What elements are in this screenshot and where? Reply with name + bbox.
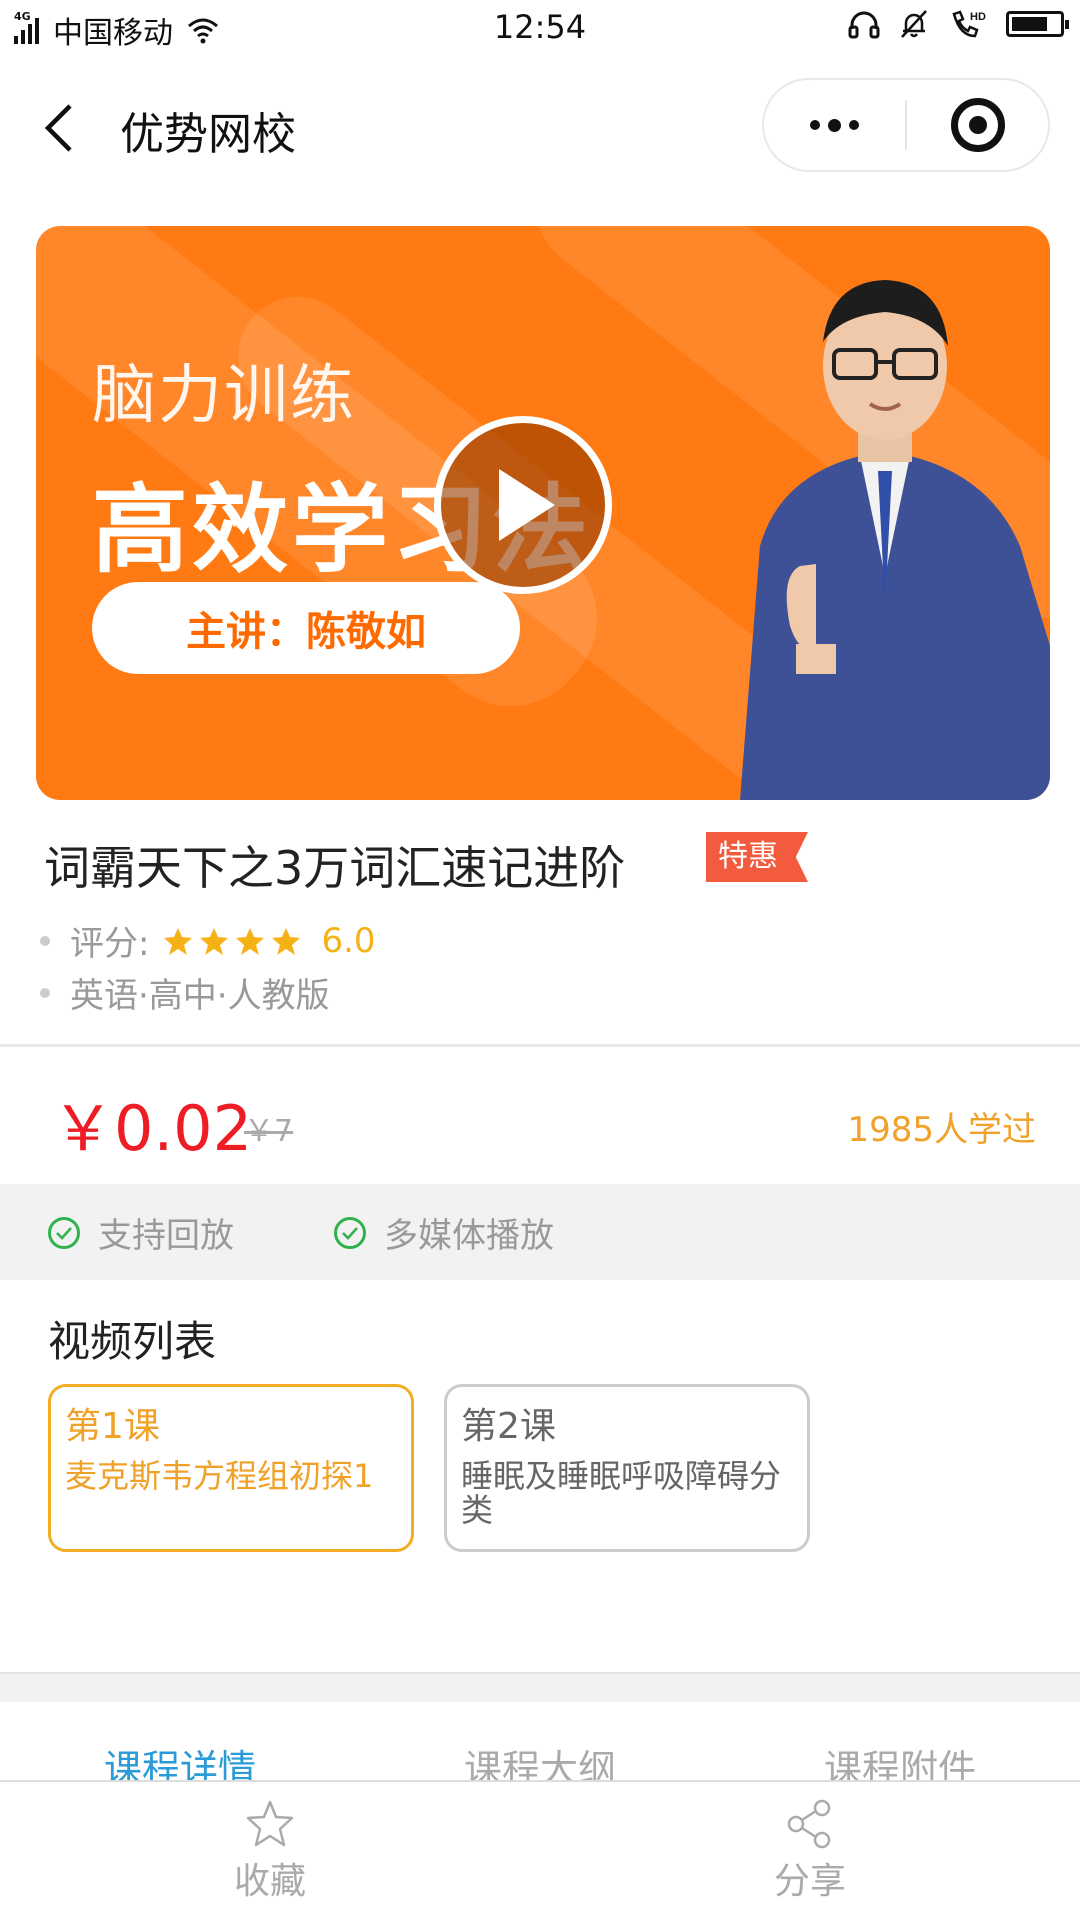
section-gap xyxy=(0,1672,1080,1702)
star-filled-icon xyxy=(272,927,301,955)
tab-course-outline[interactable]: 课程大纲 xyxy=(360,1702,720,1791)
rating-row: 评分: 6.0 xyxy=(40,916,376,965)
share-icon xyxy=(787,1799,831,1849)
original-price: ￥7 xyxy=(244,1114,294,1149)
lesson-number: 第1课 xyxy=(65,1406,160,1447)
share-label: 分享 xyxy=(773,1861,846,1902)
play-icon xyxy=(499,469,555,541)
bell-muted-icon xyxy=(901,10,927,38)
star-outline-icon xyxy=(246,1800,294,1847)
lesson-number: 第2课 xyxy=(461,1406,556,1447)
check-circle-icon xyxy=(48,1216,80,1249)
rating-stars xyxy=(163,926,301,956)
check-circle-icon xyxy=(334,1216,366,1249)
feature-label: 支持回放 xyxy=(98,1216,234,1256)
course-title: 词霸天下之3万词汇速记进阶 xyxy=(44,841,626,895)
current-price: ￥0.02 xyxy=(52,1092,253,1165)
feature-label: 多媒体播放 xyxy=(384,1216,554,1256)
feature-multimedia: 多媒体播放 xyxy=(334,1208,554,1257)
feature-replay: 支持回放 xyxy=(48,1208,234,1257)
favorite-button[interactable]: 收藏 xyxy=(170,1798,370,1904)
chevron-left-icon xyxy=(44,104,72,152)
hd-label: HD xyxy=(970,11,986,23)
lesson-card-1[interactable]: 第1课 麦克斯韦方程组初探1 xyxy=(48,1384,414,1552)
teacher-image xyxy=(740,280,1050,800)
bullet-dot xyxy=(40,987,50,998)
bullet-dot xyxy=(40,935,50,946)
rating-label: 评分: xyxy=(70,924,150,964)
star-filled-icon xyxy=(200,927,229,955)
detail-tabs: 课程详情 课程大纲 课程附件 xyxy=(0,1702,1080,1791)
more-dots-icon xyxy=(810,118,859,132)
battery-icon xyxy=(1006,11,1069,37)
nav-bar: 优势网校 xyxy=(0,60,1080,190)
course-category: 英语·高中·人教版 xyxy=(70,976,330,1016)
star-filled-icon xyxy=(164,927,193,955)
discount-badge: 特惠 xyxy=(706,832,808,882)
back-button[interactable] xyxy=(36,100,80,156)
course-banner[interactable]: 脑力训练 高效学习法 主讲：陈敬如 xyxy=(36,226,1050,800)
status-bar: 4G 中国移动 12:54 HD xyxy=(0,0,1080,56)
feature-band: 支持回放 多媒体播放 xyxy=(0,1184,1080,1280)
lesson-card-2[interactable]: 第2课 睡眠及睡眠呼吸障碍分类 xyxy=(444,1384,810,1552)
target-circle-icon xyxy=(950,98,1005,152)
bottom-action-bar: 收藏 分享 xyxy=(0,1782,1080,1920)
mini-program-capsule xyxy=(762,78,1050,172)
category-row: 英语·高中·人教版 xyxy=(40,968,330,1017)
divider xyxy=(0,1044,1080,1047)
favorite-label: 收藏 xyxy=(233,1861,306,1902)
more-button[interactable] xyxy=(764,80,905,170)
close-button[interactable] xyxy=(907,80,1048,170)
share-button[interactable]: 分享 xyxy=(710,1798,910,1904)
status-right: HD xyxy=(848,8,1069,40)
lecturer-pill: 主讲：陈敬如 xyxy=(92,582,520,674)
tab-course-attachments[interactable]: 课程附件 xyxy=(720,1702,1080,1791)
video-list-title: 视频列表 xyxy=(48,1317,217,1366)
star-filled-icon xyxy=(236,927,265,955)
tab-course-details[interactable]: 课程详情 xyxy=(0,1702,360,1791)
lesson-name: 睡眠及睡眠呼吸障碍分类 xyxy=(461,1457,782,1529)
headphones-icon xyxy=(848,11,880,39)
hd-call-icon: HD xyxy=(952,10,986,38)
lesson-name: 麦克斯韦方程组初探1 xyxy=(65,1457,374,1495)
banner-subtitle: 脑力训练 xyxy=(92,359,356,433)
rating-score: 6.0 xyxy=(321,920,376,961)
page-title: 优势网校 xyxy=(120,109,296,160)
play-button[interactable] xyxy=(434,416,612,594)
learner-count: 1985人学过 xyxy=(847,1110,1036,1150)
battery-level xyxy=(1012,17,1047,31)
